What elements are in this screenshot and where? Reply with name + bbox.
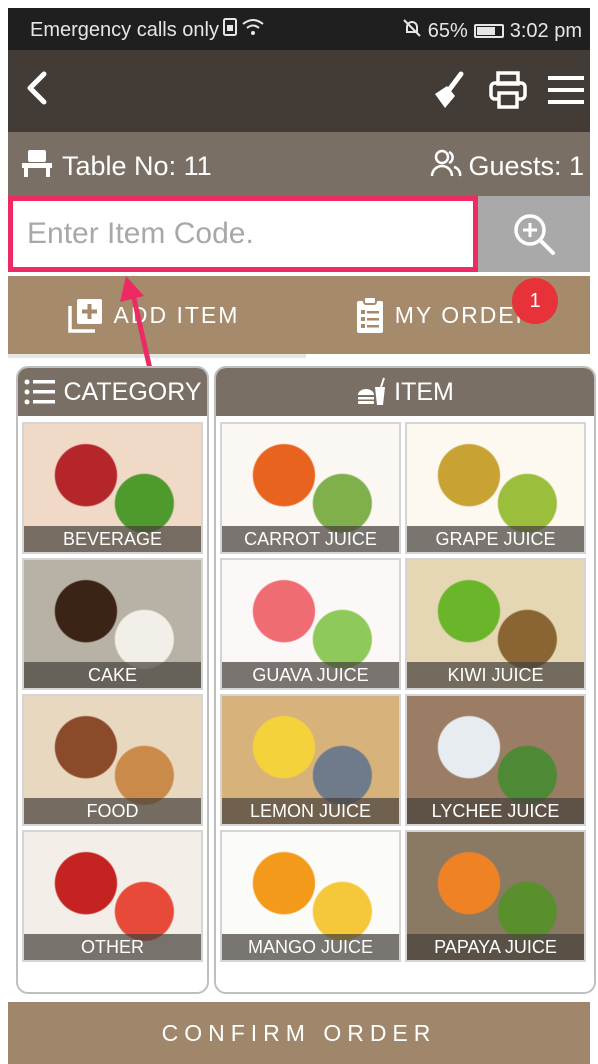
sim-icon <box>222 18 237 42</box>
tile-label: OTHER <box>24 934 201 960</box>
category-header: CATEGORY <box>18 368 207 416</box>
emergency-text: Emergency calls only <box>30 18 219 41</box>
confirm-order-button[interactable]: CONFIRM ORDER <box>8 1002 590 1064</box>
battery-icon <box>473 24 504 38</box>
category-title: CATEGORY <box>63 377 202 406</box>
search-button[interactable] <box>478 196 590 272</box>
item-tile[interactable]: CARROT JUICE <box>220 422 401 554</box>
category-panel: CATEGORY BEVERAGE CAKE FOOD OTHER <box>16 366 209 994</box>
status-left: Emergency calls only <box>30 18 265 42</box>
clipboard-list-icon <box>356 296 383 333</box>
print-button[interactable] <box>488 68 528 112</box>
item-tile[interactable]: KIWI JUICE <box>405 558 586 690</box>
tile-label: LYCHEE JUICE <box>407 798 584 824</box>
toolbar <box>430 68 586 112</box>
active-tab-indicator <box>8 354 306 358</box>
tile-label: LEMON JUICE <box>222 798 399 824</box>
clock-text: 3:02 pm <box>509 19 582 42</box>
category-tile[interactable]: CAKE <box>22 558 203 690</box>
tile-label: MANGO JUICE <box>222 934 399 960</box>
back-arrow-icon <box>27 71 47 105</box>
order-count-badge: 1 <box>512 278 558 324</box>
tile-label: CARROT JUICE <box>222 526 399 552</box>
menu-button[interactable] <box>546 68 586 112</box>
item-code-input[interactable] <box>8 196 478 272</box>
item-tile[interactable]: GUAVA JUICE <box>220 558 401 690</box>
category-tile[interactable]: BEVERAGE <box>22 422 203 554</box>
tile-label: FOOD <box>24 798 201 824</box>
table-info: Table No: 11 <box>20 148 212 185</box>
tile-label: GUAVA JUICE <box>222 662 399 688</box>
tab-bar: ADD ITEM MY ORDER 1 <box>8 276 590 358</box>
printer-icon <box>489 71 527 109</box>
clear-broom-button[interactable] <box>430 68 470 112</box>
chair-icon <box>20 148 54 185</box>
zoom-in-icon <box>514 214 555 255</box>
guests-count: Guests: 1 <box>468 151 584 181</box>
hamburger-icon <box>548 76 584 104</box>
tile-label: CAKE <box>24 662 201 688</box>
mute-icon <box>402 18 422 44</box>
status-right: 65% 3:02 pm <box>402 18 582 44</box>
tile-label: KIWI JUICE <box>407 662 584 688</box>
table-number: Table No: 11 <box>62 151 212 181</box>
item-tile[interactable]: GRAPE JUICE <box>405 422 586 554</box>
tile-label: GRAPE JUICE <box>407 526 584 552</box>
item-header: ITEM <box>216 368 594 416</box>
item-panel: ITEM CARROT JUICE GRAPE JUICE GUAVA JUICE K… <box>214 366 596 994</box>
wifi-icon <box>241 18 265 42</box>
item-tile[interactable]: PAPAYA JUICE <box>405 830 586 962</box>
item-tile[interactable]: LEMON JUICE <box>220 694 401 826</box>
table-info-bar: Table No: 11 Guests: 1 <box>8 132 590 196</box>
back-button[interactable] <box>22 68 62 112</box>
status-bar: Emergency calls only 65% 3:02 pm <box>8 8 590 50</box>
item-title: ITEM <box>394 377 454 406</box>
tile-label: PAPAYA JUICE <box>407 934 584 960</box>
tab-add-item[interactable]: ADD ITEM <box>8 276 299 354</box>
category-tile[interactable]: OTHER <box>22 830 203 962</box>
food-drink-icon <box>358 377 386 405</box>
item-tile[interactable]: MANGO JUICE <box>220 830 401 962</box>
tile-label: BEVERAGE <box>24 526 201 552</box>
add-box-icon <box>67 299 102 333</box>
item-code-search <box>8 196 590 272</box>
category-tile[interactable]: FOOD <box>22 694 203 826</box>
item-tile[interactable]: LYCHEE JUICE <box>405 694 586 826</box>
list-icon <box>24 379 55 405</box>
broom-icon <box>435 71 464 108</box>
guests-icon <box>430 148 462 185</box>
app-bar <box>8 50 590 132</box>
guests-info: Guests: 1 <box>430 148 584 185</box>
battery-text: 65% <box>427 19 468 42</box>
tab-add-item-label: ADD ITEM <box>113 301 240 328</box>
